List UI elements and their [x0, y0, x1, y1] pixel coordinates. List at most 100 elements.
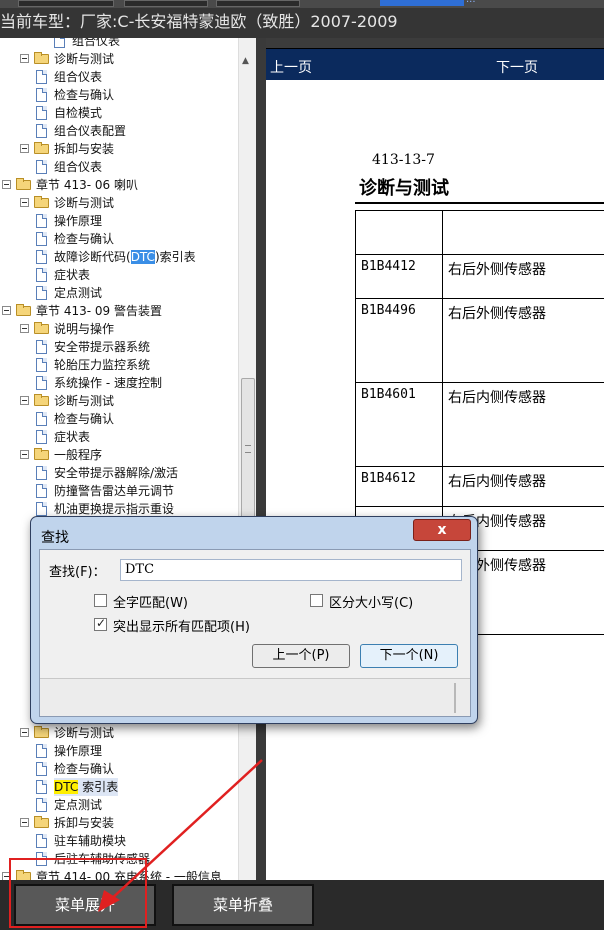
- tree-row[interactable]: 一般程序: [0, 446, 240, 464]
- tree-item-label[interactable]: 安全带提示器系统: [54, 338, 150, 356]
- tree-item-label[interactable]: 检查与确认: [54, 86, 114, 104]
- tree-item-label[interactable]: 检查与确认: [54, 230, 114, 248]
- tree-row[interactable]: 检查与确认: [0, 86, 240, 104]
- tree-row[interactable]: 症状表: [0, 428, 240, 446]
- tree-row[interactable]: 防撞警告雷达单元调节: [0, 482, 240, 500]
- tree-item-label[interactable]: 操作原理: [54, 742, 102, 760]
- tree-row[interactable]: 组合仪表: [0, 158, 240, 176]
- collapse-toggle-icon[interactable]: [20, 144, 29, 153]
- panel-divider[interactable]: [256, 38, 266, 880]
- tree-row[interactable]: 诊断与测试: [0, 194, 240, 212]
- tree-item-label[interactable]: 一般程序: [54, 446, 102, 464]
- next-page-link[interactable]: 下一页: [496, 57, 538, 77]
- tree-row[interactable]: 安全带提示器解除/激活: [0, 464, 240, 482]
- collapse-toggle-icon[interactable]: [20, 198, 29, 207]
- tree-row[interactable]: 安全带提示器系统: [0, 338, 240, 356]
- tree-row[interactable]: 操作原理: [0, 212, 240, 230]
- prev-page-link[interactable]: 上一页: [270, 57, 312, 77]
- whole-word-checkbox[interactable]: [94, 594, 107, 607]
- tree-row[interactable]: 故障诊断代码(DTC)索引表: [0, 248, 240, 266]
- top-tab[interactable]: [18, 0, 114, 7]
- tree-item-label[interactable]: 定点测试: [54, 284, 102, 302]
- find-input[interactable]: DTC: [120, 559, 462, 581]
- scrollbar-thumb[interactable]: [241, 378, 255, 528]
- tree-item-label[interactable]: 拆卸与安装: [54, 814, 114, 832]
- top-tab[interactable]: [216, 0, 300, 7]
- tree-row[interactable]: 组合仪表配置: [0, 122, 240, 140]
- tree-row[interactable]: 拆卸与安装: [0, 140, 240, 158]
- menu-tree[interactable]: 组合仪表 诊断与测试 组合仪表 检查与确认 自检模式 组合仪表配置 拆卸与安装 组合仪表 章节 …: [0, 38, 256, 880]
- tree-item-label[interactable]: 定点测试: [54, 796, 102, 814]
- whole-word-label[interactable]: 全字匹配(W): [113, 592, 188, 611]
- tree-item-label[interactable]: 拆卸与安装: [54, 140, 114, 158]
- tree-item-label[interactable]: 症状表: [54, 428, 90, 446]
- collapse-toggle-icon[interactable]: [2, 180, 11, 189]
- collapse-toggle-icon[interactable]: [20, 450, 29, 459]
- tree-row[interactable]: 诊断与测试: [0, 50, 240, 68]
- collapse-toggle-icon[interactable]: [20, 818, 29, 827]
- find-previous-button[interactable]: 上一个(P): [252, 644, 350, 668]
- tree-row[interactable]: 驻车辅助模块: [0, 832, 240, 850]
- match-case-label[interactable]: 区分大小写(C): [329, 592, 413, 611]
- tree-row[interactable]: 定点测试: [0, 284, 240, 302]
- tree-row[interactable]: 检查与确认: [0, 230, 240, 248]
- table-row: B1B4601 右后内侧传感器: [355, 382, 604, 467]
- tree-item-label[interactable]: 章节 413- 06 喇叭: [36, 176, 138, 194]
- tree-row[interactable]: 组合仪表: [0, 38, 240, 50]
- tree-item-label[interactable]: 故障诊断代码(DTC)索引表: [54, 248, 196, 266]
- tree-item-label[interactable]: 操作原理: [54, 212, 102, 230]
- tree-row[interactable]: 拆卸与安装: [0, 814, 240, 832]
- tree-row[interactable]: 系统操作 - 速度控制: [0, 374, 240, 392]
- tree-row[interactable]: 说明与操作: [0, 320, 240, 338]
- tree-item-label[interactable]: 组合仪表配置: [54, 122, 126, 140]
- highlight-all-checkbox[interactable]: [94, 616, 107, 631]
- tree-row[interactable]: 定点测试: [0, 796, 240, 814]
- scroll-up-icon[interactable]: ▲: [242, 56, 249, 66]
- highlight-all-label[interactable]: 突出显示所有匹配项(H): [113, 616, 250, 635]
- tree-item-label[interactable]: 组合仪表: [54, 68, 102, 86]
- tree-item-label[interactable]: 安全带提示器解除/激活: [54, 464, 178, 482]
- tree-row[interactable]: 症状表: [0, 266, 240, 284]
- tree-row[interactable]: 诊断与测试: [0, 724, 240, 742]
- tree-item-label[interactable]: 诊断与测试: [54, 392, 114, 410]
- tree-item-label[interactable]: 轮胎压力监控系统: [54, 356, 150, 374]
- tree-item-label[interactable]: 组合仪表: [72, 38, 120, 50]
- match-case-checkbox[interactable]: [310, 594, 323, 607]
- tree-item-label[interactable]: 诊断与测试: [54, 194, 114, 212]
- tree-item-label[interactable]: 症状表: [54, 266, 90, 284]
- tree-item-label[interactable]: 说明与操作: [54, 320, 114, 338]
- tree-item-label[interactable]: 诊断与测试: [54, 50, 114, 68]
- tree-row[interactable]: 轮胎压力监控系统: [0, 356, 240, 374]
- tree-item-label[interactable]: 防撞警告雷达单元调节: [54, 482, 174, 500]
- collapse-toggle-icon[interactable]: [20, 54, 29, 63]
- tree-row[interactable]: 自检模式: [0, 104, 240, 122]
- tree-item-label[interactable]: 检查与确认: [54, 760, 114, 778]
- tree-item-label[interactable]: DTC 索引表: [54, 778, 119, 796]
- find-next-button[interactable]: 下一个(N): [360, 644, 458, 668]
- tree-scrollbar[interactable]: ▲: [238, 38, 256, 880]
- tree-item-label[interactable]: 诊断与测试: [54, 724, 114, 742]
- top-blue-tab[interactable]: [380, 0, 464, 6]
- tree-row[interactable]: 检查与确认: [0, 410, 240, 428]
- tree-row[interactable]: DTC 索引表: [0, 778, 240, 796]
- collapse-toggle-icon[interactable]: [20, 728, 29, 737]
- collapse-toggle-icon[interactable]: [20, 396, 29, 405]
- tree-row[interactable]: 章节 413- 06 喇叭: [0, 176, 240, 194]
- tree-item-label[interactable]: 组合仪表: [54, 158, 102, 176]
- tree-item-label[interactable]: 检查与确认: [54, 410, 114, 428]
- tree-row[interactable]: 检查与确认: [0, 760, 240, 778]
- top-link[interactable]: ...: [466, 0, 476, 5]
- tree-row[interactable]: 组合仪表: [0, 68, 240, 86]
- tree-item-label[interactable]: 自检模式: [54, 104, 102, 122]
- top-tab[interactable]: [124, 0, 208, 7]
- collapse-toggle-icon[interactable]: [20, 324, 29, 333]
- collapse-toggle-icon[interactable]: [2, 306, 11, 315]
- tree-item-label[interactable]: 系统操作 - 速度控制: [54, 374, 162, 392]
- tree-row[interactable]: 操作原理: [0, 742, 240, 760]
- close-button[interactable]: x: [413, 519, 471, 541]
- collapse-menu-button[interactable]: 菜单折叠: [172, 884, 314, 926]
- tree-item-label[interactable]: 驻车辅助模块: [54, 832, 126, 850]
- tree-row[interactable]: 章节 413- 09 警告装置: [0, 302, 240, 320]
- tree-item-label[interactable]: 章节 413- 09 警告装置: [36, 302, 162, 320]
- tree-row[interactable]: 诊断与测试: [0, 392, 240, 410]
